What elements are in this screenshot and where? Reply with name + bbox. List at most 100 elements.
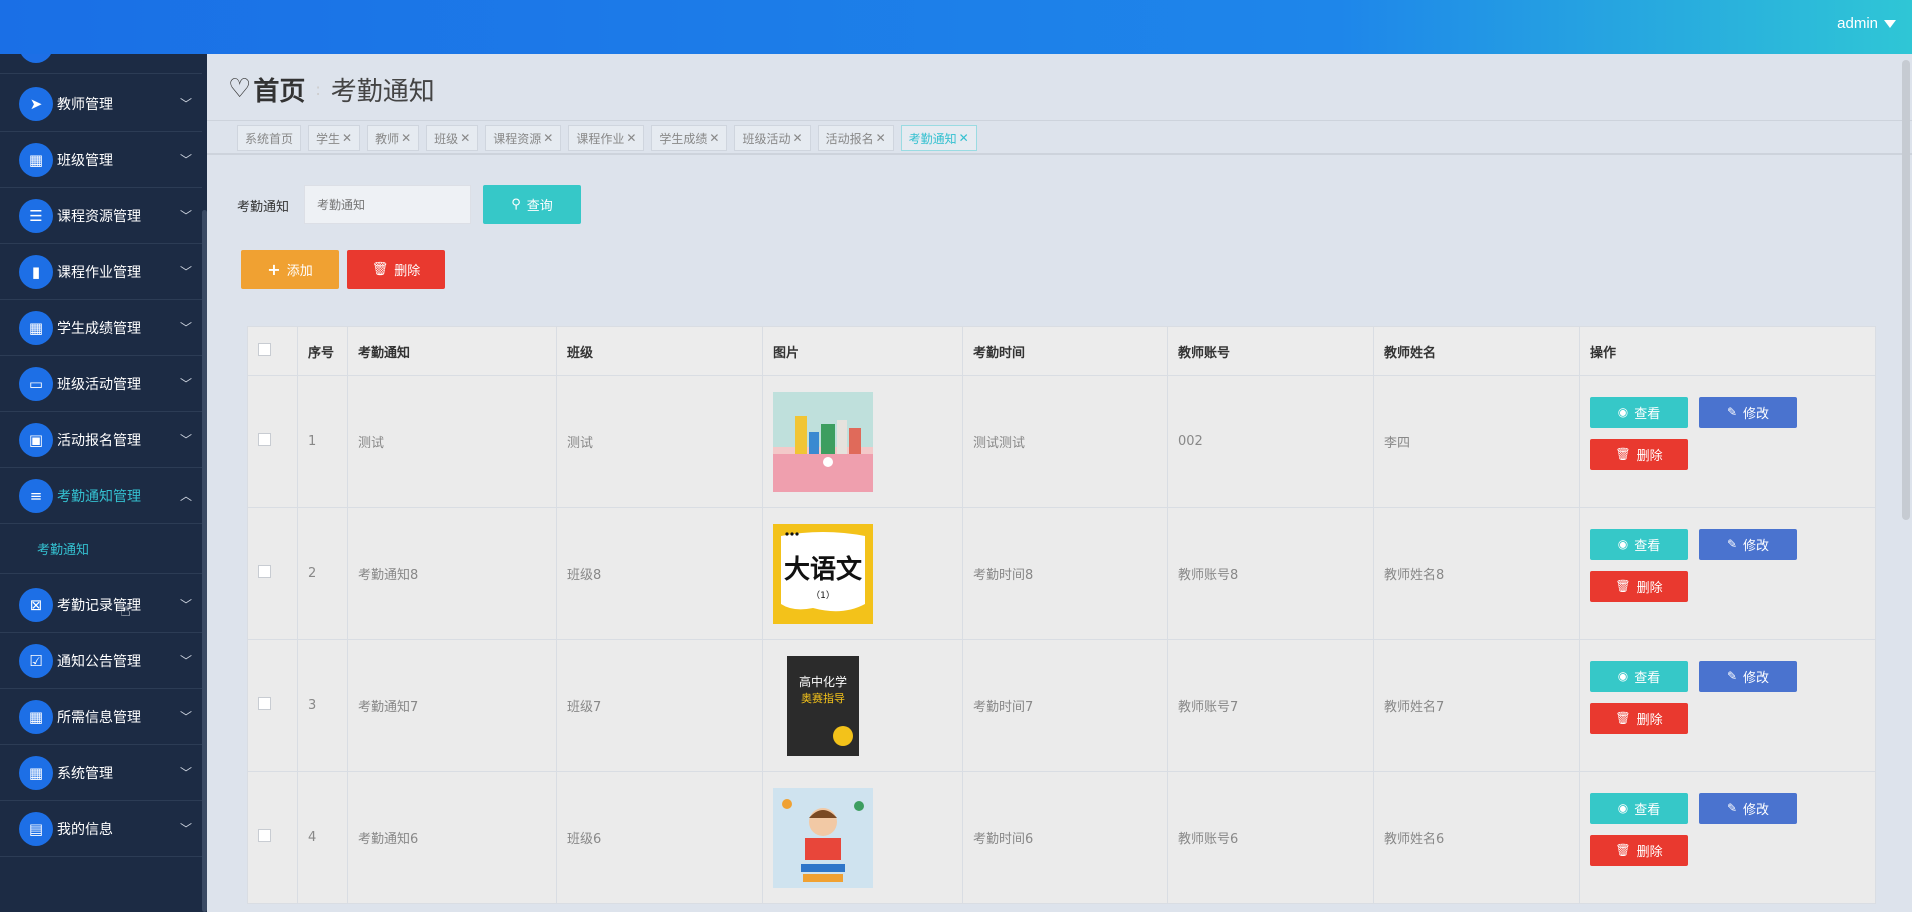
svg-text:（1）: （1） — [811, 590, 835, 601]
reading-boy-image — [773, 787, 873, 888]
cell-class: 测试 — [556, 375, 763, 508]
table-row: 1 测试 测试 测试测试 002 李四 ◉ 查看 ✎ 修改 🗑 删除 — [247, 375, 1876, 508]
chevron-down-icon: ﹀ — [180, 598, 193, 612]
close-icon[interactable]: ✕ — [626, 131, 636, 145]
tab-student[interactable]: 学生 ✕ — [308, 125, 361, 151]
sidebar: ▦ ➤教师管理﹀▦班级管理﹀☰课程资源管理﹀▮课程作业管理﹀▦学生成绩管理﹀▭班… — [0, 54, 207, 912]
tab-course-homework[interactable]: 课程作业 ✕ — [568, 125, 645, 151]
close-icon[interactable]: ✕ — [793, 131, 803, 145]
sidebar-subitem-attendance-notice[interactable]: 考勤通知 — [0, 524, 202, 574]
close-icon[interactable]: ✕ — [709, 131, 719, 145]
chevron-down-icon: ﹀ — [180, 265, 193, 279]
sidebar-item-partial[interactable]: ▦ — [0, 54, 202, 74]
divider — [207, 153, 1912, 155]
close-icon[interactable]: ✕ — [401, 131, 411, 145]
sidebar-scrollbar[interactable] — [202, 210, 207, 912]
view-button[interactable]: ◉ 查看 — [1590, 528, 1688, 560]
tab-class[interactable]: 班级 ✕ — [426, 125, 479, 151]
sidebar-item-activity-signup[interactable]: ▣ 活动报名管理 ﹀ — [0, 412, 202, 468]
close-icon[interactable]: ✕ — [543, 131, 553, 145]
chevron-down-icon: ﹀ — [180, 377, 193, 391]
column-header: 教师账号 — [1167, 326, 1374, 376]
view-button[interactable]: ◉ 查看 — [1590, 396, 1688, 428]
page-scrollbar[interactable] — [1902, 60, 1910, 520]
search-input[interactable] — [304, 185, 471, 224]
add-button[interactable]: + 添加 — [241, 250, 339, 289]
sidebar-item-label: 课程资源管理 — [57, 208, 141, 225]
row-checkbox[interactable] — [258, 829, 271, 842]
sidebar-item-class[interactable]: ▦ 班级管理 ﹀ — [0, 132, 202, 188]
query-button[interactable]: ⚲ 查询 — [483, 185, 581, 224]
cell-no: 3 — [297, 639, 348, 772]
delete-row-button[interactable]: 🗑 删除 — [1590, 702, 1688, 734]
tab-class-activity[interactable]: 班级活动 ✕ — [734, 125, 811, 151]
cell-notice: 测试 — [347, 375, 557, 508]
sidebar-item-attendance-notice[interactable]: ≡ 考勤通知管理 ︿ — [0, 468, 202, 524]
chevron-down-icon: ﹀ — [180, 654, 193, 668]
trash-icon: 🗑 — [1615, 843, 1631, 857]
user-menu[interactable]: admin — [1837, 15, 1896, 32]
sidebar-item-label: 教师管理 — [57, 96, 113, 113]
tab-home[interactable]: 系统首页 — [237, 125, 302, 151]
tab-attendance-notice[interactable]: 考勤通知 ✕ — [900, 125, 977, 151]
select-all-checkbox[interactable] — [258, 342, 271, 356]
edit-button[interactable]: ✎ 修改 — [1699, 792, 1797, 824]
pencil-icon: ✎ — [1726, 405, 1738, 419]
cell-notice: 考勤通知6 — [347, 771, 557, 904]
tab-teacher[interactable]: 教师 ✕ — [367, 125, 420, 151]
list-icon: ≡ — [19, 478, 53, 513]
tab-activity-signup[interactable]: 活动报名 ✕ — [817, 125, 894, 151]
hand-cursor-icon: ☝ — [120, 600, 131, 621]
chevron-down-icon: ﹀ — [180, 433, 193, 447]
sidebar-item-class-activity[interactable]: ▭ 班级活动管理 ﹀ — [0, 356, 202, 412]
cell-name: 教师姓名7 — [1373, 639, 1580, 772]
tab-course-resource[interactable]: 课程资源 ✕ — [485, 125, 562, 151]
sidebar-item-system[interactable]: ▦ 系统管理 ﹀ — [0, 745, 202, 801]
sliders-icon: ☰ — [19, 198, 53, 233]
edit-button[interactable]: ✎ 修改 — [1699, 396, 1797, 428]
delete-row-button[interactable]: 🗑 删除 — [1590, 438, 1688, 470]
row-checkbox[interactable] — [258, 433, 271, 446]
close-icon[interactable]: ✕ — [460, 131, 470, 145]
sidebar-item-student-score[interactable]: ▦ 学生成绩管理 ﹀ — [0, 300, 202, 356]
chevron-down-icon: ﹀ — [180, 822, 193, 836]
view-button[interactable]: ◉ 查看 — [1590, 660, 1688, 692]
delete-button[interactable]: 🗑 删除 — [347, 250, 445, 289]
edit-button[interactable]: ✎ 修改 — [1699, 660, 1797, 692]
row-checkbox[interactable] — [258, 565, 271, 578]
breadcrumb: ♡ 首页 : 考勤通知 — [228, 71, 435, 107]
sidebar-item-required-info[interactable]: ▦ 所需信息管理 ﹀ — [0, 689, 202, 745]
select-all-cell — [247, 326, 298, 376]
cell-time: 测试测试 — [962, 375, 1168, 508]
sidebar-item-label: 系统管理 — [57, 765, 113, 782]
view-button[interactable]: ◉ 查看 — [1590, 792, 1688, 824]
chevron-down-icon: ﹀ — [180, 97, 193, 111]
book-icon: ▮ — [19, 254, 53, 289]
cell-no: 4 — [297, 771, 348, 904]
clipboard-x-icon: ⊠ — [19, 587, 53, 622]
column-header: 班级 — [556, 326, 763, 376]
id-card-icon: ▤ — [19, 811, 53, 846]
edit-button[interactable]: ✎ 修改 — [1699, 528, 1797, 560]
delete-row-button[interactable]: 🗑 删除 — [1590, 834, 1688, 866]
close-icon[interactable]: ✕ — [342, 131, 352, 145]
delete-row-button[interactable]: 🗑 删除 — [1590, 570, 1688, 602]
apps-icon: ▦ — [19, 755, 53, 790]
sidebar-item-course-homework[interactable]: ▮ 课程作业管理 ﹀ — [0, 244, 202, 300]
sidebar-item-my-info[interactable]: ▤ 我的信息 ﹀ — [0, 801, 202, 857]
cell-no: 2 — [297, 507, 348, 640]
close-icon[interactable]: ✕ — [876, 131, 886, 145]
chemistry-book-image: 高中化学 奥赛指导 — [787, 655, 859, 756]
tab-student-score[interactable]: 学生成绩 ✕ — [651, 125, 728, 151]
sidebar-item-teacher[interactable]: ➤ 教师管理 ﹀ — [0, 76, 202, 132]
sidebar-item-label: 考勤通知管理 — [57, 488, 141, 505]
chevron-down-icon: ﹀ — [180, 209, 193, 223]
row-checkbox[interactable] — [258, 697, 271, 710]
sidebar-item-attendance-record[interactable]: ⊠ 考勤记录管理 ﹀ — [0, 577, 202, 633]
sidebar-item-course-resource[interactable]: ☰ 课程资源管理 ﹀ — [0, 188, 202, 244]
breadcrumb-home[interactable]: 首页 — [253, 71, 305, 108]
chevron-down-icon: ﹀ — [180, 710, 193, 724]
close-icon[interactable]: ✕ — [959, 131, 969, 145]
sidebar-item-announcement[interactable]: ☑ 通知公告管理 ﹀ — [0, 633, 202, 689]
toys-image — [773, 391, 873, 492]
